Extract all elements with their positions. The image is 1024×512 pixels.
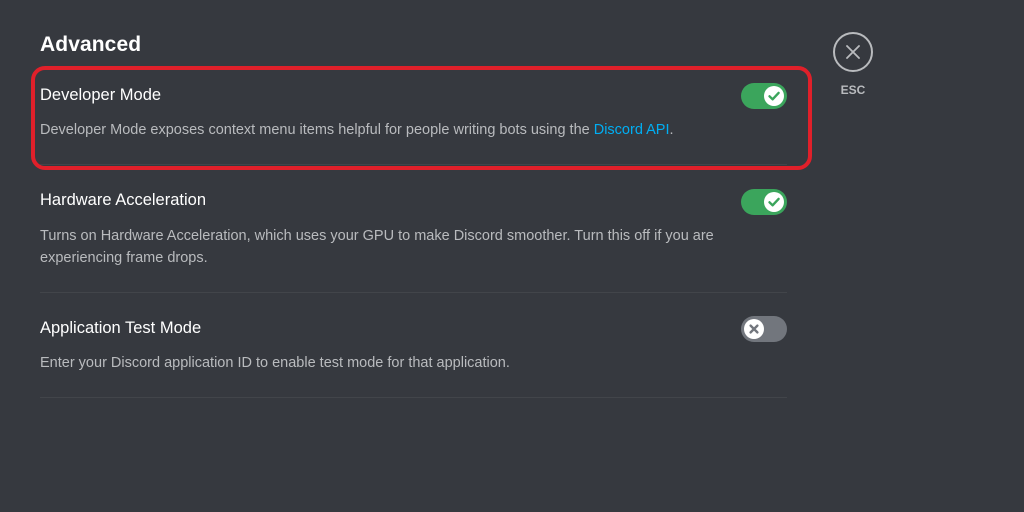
setting-title: Hardware Acceleration xyxy=(40,191,206,209)
highlight-annotation xyxy=(31,66,812,170)
application-test-mode-toggle[interactable] xyxy=(741,316,787,342)
esc-label: ESC xyxy=(840,83,866,97)
close-button[interactable] xyxy=(833,32,873,72)
x-icon xyxy=(744,319,764,339)
section-title: Advanced xyxy=(40,33,142,56)
setting-description: Enter your Discord application ID to ena… xyxy=(40,355,510,371)
setting-application-test-mode: Application Test Mode Enter your Discord… xyxy=(40,316,787,399)
setting-description: Turns on Hardware Acceleration, which us… xyxy=(40,228,714,266)
settings-page: Advanced Developer Mode Developer Mode e… xyxy=(0,0,1024,512)
check-icon xyxy=(764,192,784,212)
close-icon xyxy=(846,45,860,59)
setting-title: Application Test Mode xyxy=(40,319,202,337)
hardware-acceleration-toggle[interactable] xyxy=(741,189,787,215)
setting-hardware-acceleration: Hardware Acceleration Turns on Hardware … xyxy=(40,189,787,293)
setting-divider xyxy=(40,397,787,398)
setting-divider xyxy=(40,292,787,293)
